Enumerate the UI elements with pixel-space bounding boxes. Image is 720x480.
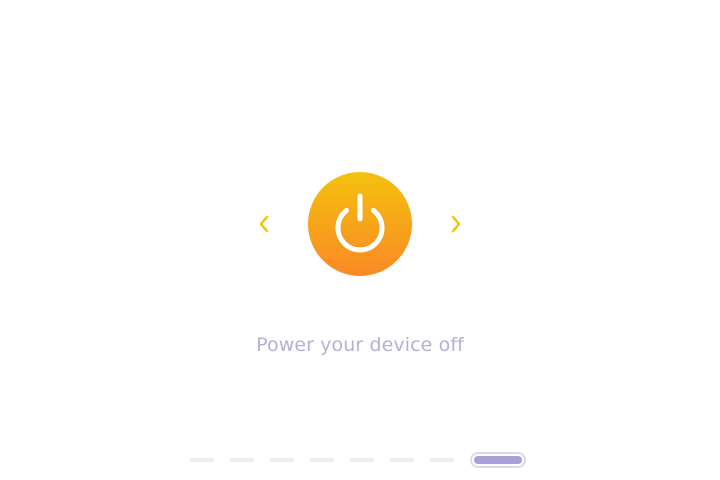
- next-button[interactable]: [448, 212, 464, 236]
- pager-dot-6[interactable]: [390, 458, 414, 462]
- onboarding-screen: Power your device off: [0, 0, 720, 480]
- pager-dot-8-active[interactable]: [470, 452, 526, 468]
- pager-dot-4[interactable]: [310, 458, 334, 462]
- pager-active-indicator: [474, 456, 522, 464]
- pager-dot-3[interactable]: [270, 458, 294, 462]
- pager-dot-1[interactable]: [190, 458, 214, 462]
- pager-dot-7[interactable]: [430, 458, 454, 462]
- previous-button[interactable]: [256, 212, 272, 236]
- step-caption: Power your device off: [256, 334, 464, 356]
- step-pager: [190, 450, 526, 470]
- chevron-left-icon: [259, 215, 269, 233]
- power-button[interactable]: [308, 172, 412, 276]
- power-icon: [335, 193, 385, 253]
- chevron-right-icon: [451, 215, 461, 233]
- pager-dot-2[interactable]: [230, 458, 254, 462]
- pager-dot-5[interactable]: [350, 458, 374, 462]
